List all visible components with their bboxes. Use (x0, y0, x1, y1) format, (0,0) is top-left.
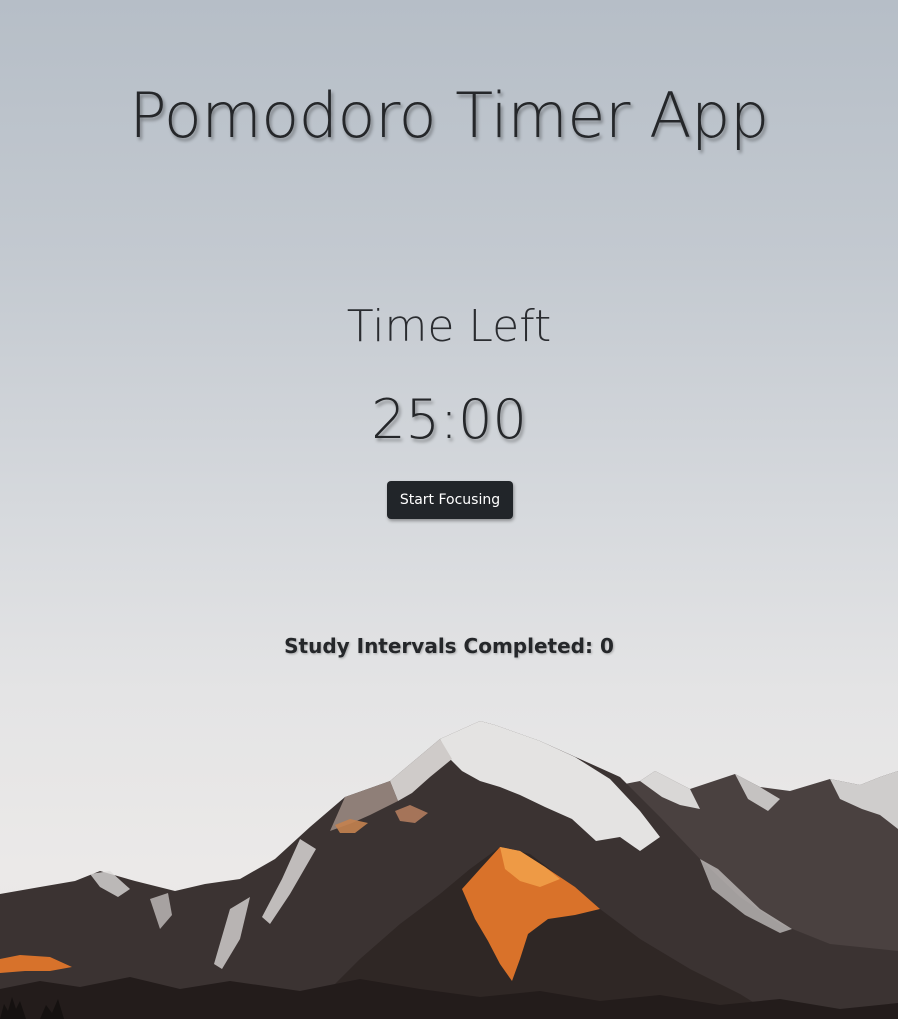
page-title: Pomodoro Timer App (129, 79, 769, 152)
mountain-background-image (0, 721, 898, 1019)
study-intervals-counter: Study Intervals Completed: 0 (0, 632, 898, 660)
time-left-label: Time Left (346, 301, 552, 352)
timer-display: 25:00 (371, 388, 527, 451)
study-intervals-label: Study Intervals Completed: (284, 634, 600, 658)
study-intervals-count: 0 (599, 634, 614, 658)
start-focusing-button[interactable]: Start Focusing (387, 481, 513, 519)
